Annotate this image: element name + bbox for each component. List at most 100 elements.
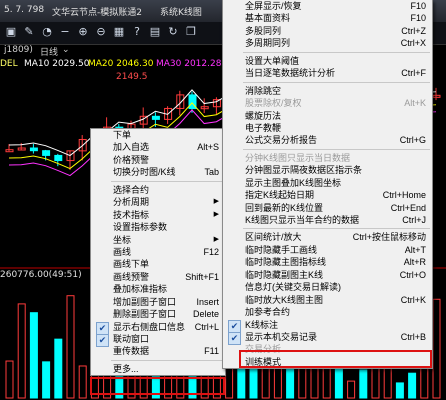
left_menu-item[interactable]: 加入自选 Alt+S: [91, 141, 225, 153]
left_menu-item[interactable]: 重传数据 F11: [91, 345, 225, 357]
right_menu-item: 股票除权/复权 Alt+K: [223, 97, 432, 109]
clock-icon[interactable]: ◔: [40, 25, 54, 39]
right_menu-item[interactable]: 临时隐藏副图主K线 Ctrl+O: [223, 269, 432, 281]
save-icon[interactable]: ▣: [4, 25, 18, 39]
right_menu-item[interactable]: 临时放大K线图主图 Ctrl+K: [223, 294, 432, 306]
right_menu-item-label: 螺旋历法: [245, 110, 282, 121]
left_menu-item-label: 画线预警: [113, 271, 150, 282]
right_menu-item-label: 基本面资料: [245, 13, 291, 24]
volume-bar: [42, 361, 51, 399]
right_menu-item-shortcut: Alt+T: [404, 244, 426, 255]
left_menu-item-label: 删除副图子窗口: [113, 309, 177, 320]
right_menu-item[interactable]: 多周期同列 Ctrl+X: [223, 37, 432, 49]
chart-context-menu: 下单 加入自选 Alt+S 价格预警 切换分时图/K线 Tab 选择合约 分析周期 ▶ 技术指标 ▶…: [90, 128, 226, 377]
left_menu-item-shortcut: F11: [204, 346, 219, 357]
left_menu-item[interactable]: 画线 F12: [91, 246, 225, 258]
right_menu-item-shortcut: Ctrl+O: [399, 269, 426, 280]
right_menu-item[interactable]: K线图只显示当年合约的数据 Ctrl+J: [223, 214, 432, 226]
right_menu-item-shortcut: Ctrl+按住鼠标移动: [352, 232, 426, 243]
right_menu-item-label: 电子教鞭: [245, 122, 282, 133]
left_menu-item-label: 重传数据: [113, 346, 150, 357]
right_menu-item[interactable]: 消除跳空: [223, 85, 432, 97]
chart-icon[interactable]: ▦: [112, 25, 126, 39]
right_menu-item[interactable]: 临时隐藏主图指标线 Alt+R: [223, 256, 432, 268]
right_menu-item[interactable]: 电子教鞭: [223, 122, 432, 134]
left_menu-item-shortcut: Alt+S: [197, 142, 219, 153]
right_menu-item-label: 当日逐笔数据统计分析: [245, 68, 336, 79]
candle-body: [54, 154, 63, 162]
right_menu-item[interactable]: 多股同列 Ctrl+Z: [223, 25, 432, 37]
right_menu-item[interactable]: ✔ K线标注: [223, 319, 432, 333]
zoom-out-icon[interactable]: ⊖: [94, 25, 108, 39]
right_menu-item[interactable]: 信息灯(关键交易日解读): [223, 281, 432, 293]
right_menu-item-shortcut: Ctrl+Z: [401, 25, 426, 36]
right_menu-item-label: 多周期同列: [245, 38, 291, 49]
window-icon[interactable]: ❐: [184, 25, 198, 39]
volume-bar: [5, 360, 14, 399]
right_menu-item[interactable]: ✔ 显示本机交易记录 Ctrl+B: [223, 331, 432, 345]
left_menu-item[interactable]: 画线下单: [91, 258, 225, 270]
help-icon[interactable]: ?: [130, 25, 144, 39]
left_menu-item[interactable]: 删除副图子窗口 Delete: [91, 308, 225, 320]
right_menu-item-label: 全屏显示/恢复: [245, 1, 302, 11]
right_menu-item-shortcut: Ctrl+X: [400, 38, 426, 49]
left_menu-item[interactable]: 下单: [91, 129, 225, 141]
left_menu-item[interactable]: ✔ 显示右侧盘口信息 Ctrl+L: [91, 321, 225, 335]
right_menu-item[interactable]: 指定K线起始日期 Ctrl+Home: [223, 189, 432, 201]
left_menu-item[interactable]: 切换分时图/K线 Tab: [91, 166, 225, 178]
ma-prefix: DEL: [0, 59, 18, 69]
left_menu-item-label: 设置指标参数: [113, 222, 168, 233]
right_menu-item[interactable]: 分钟图显示隔夜数据区指示条: [223, 164, 432, 176]
left_menu-item-label: 下单: [113, 130, 132, 140]
right_menu-item[interactable]: 显示主图叠加K线图坐标: [223, 177, 432, 189]
right_menu-item[interactable]: 全屏显示/恢复 F10: [223, 0, 432, 12]
left_menu-item[interactable]: 设置指标参数: [91, 221, 225, 233]
left_menu-item-label: 技术指标: [113, 209, 150, 220]
left_menu-item[interactable]: 坐标 ▶: [91, 234, 225, 246]
right_menu-item[interactable]: 设置大单阈值: [223, 55, 432, 67]
right_menu-item-label: 分钟图显示隔夜数据区指示条: [245, 165, 363, 176]
right_menu-item[interactable]: 当日逐笔数据统计分析 Ctrl+F: [223, 67, 432, 79]
grid-icon[interactable]: ▤: [148, 25, 162, 39]
submenu-arrow-icon: ▶: [213, 198, 219, 206]
left_menu-item[interactable]: 增加副图子窗口 Insert: [91, 296, 225, 308]
right_menu-item-label: K线图只显示当年合约的数据: [245, 215, 360, 225]
right_menu-item[interactable]: 临时隐藏手工画线 Alt+T: [223, 244, 432, 256]
edit-icon[interactable]: ✎: [22, 25, 36, 39]
left_menu-item-label: 分析周期: [113, 197, 150, 208]
left_menu-item[interactable]: 画线预警 Shift+F1: [91, 271, 225, 283]
right_menu-item[interactable]: 加参考合约: [223, 306, 432, 318]
left_menu-item-label: 选择合约: [113, 184, 150, 195]
right_menu-item: 分钟K线图只显示当日数据: [223, 152, 432, 164]
left_menu-item[interactable]: 更多...: [91, 363, 225, 375]
left_menu-item[interactable]: 价格预警: [91, 154, 225, 166]
right_menu-item-shortcut: Ctrl+F: [401, 68, 426, 79]
right_menu-item[interactable]: 基本面资料 F10: [223, 12, 432, 24]
right_menu-item[interactable]: 回到最新的K线位置 Ctrl+End: [223, 202, 432, 214]
right_menu-item[interactable]: 区间统计/放大 Ctrl+按住鼠标移动: [223, 231, 432, 243]
submenu-arrow-icon: ▶: [213, 235, 219, 243]
refresh-icon[interactable]: ↻: [166, 25, 180, 39]
ma20-value: MA20 2046.30: [88, 59, 154, 69]
right_menu-item[interactable]: 螺旋历法: [223, 110, 432, 122]
left_menu-item-label: 显示右侧盘口信息: [113, 321, 186, 332]
right_menu-item-label: 加参考合约: [245, 307, 291, 318]
chevron-down-icon[interactable]: ⌄: [62, 45, 70, 55]
right_menu-item[interactable]: 公式交易分析报告 Ctrl+G: [223, 134, 432, 146]
right_menu-item-label: 公式交易分析报告: [245, 135, 318, 146]
ma30-value: MA30 2012.28: [156, 59, 222, 69]
right_menu-item-label: 临时放大K线图主图: [245, 294, 324, 305]
right_menu-item-shortcut: Ctrl+Home: [382, 190, 426, 201]
right_menu-item-label: 设置大单阈值: [245, 55, 300, 66]
period-select[interactable]: 日线: [40, 45, 58, 58]
left_menu-item-label: 切换分时图/K线: [113, 167, 176, 178]
right_menu-item-shortcut: Alt+K: [404, 98, 426, 109]
right_menu-item-shortcut: Ctrl+G: [399, 135, 426, 146]
left_menu-item[interactable]: 分析周期 ▶: [91, 196, 225, 208]
minus-icon[interactable]: −: [58, 25, 72, 39]
left_menu-item[interactable]: 选择合约: [91, 184, 225, 196]
left_menu-item[interactable]: 叠加标准指标: [91, 283, 225, 295]
zoom-in-icon[interactable]: ⊕: [76, 25, 90, 39]
left_menu-item[interactable]: ✔ 联动窗口: [91, 333, 225, 347]
left_menu-item[interactable]: 技术指标 ▶: [91, 209, 225, 221]
